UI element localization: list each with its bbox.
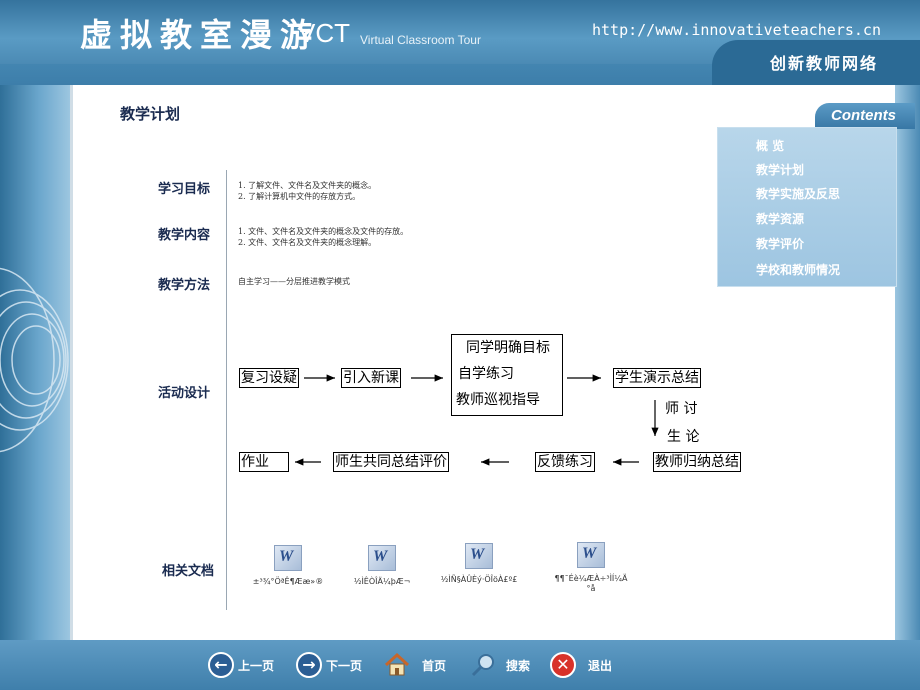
site-title-cn: 虚拟教室漫游 [80,16,321,54]
left-divider [70,85,73,640]
doc-4-label[interactable]: ¶¶¯Éè¼ÆÀ÷³ÌÍ¼Ä °å [546,574,636,594]
left-decoration [0,85,70,640]
menu-item-evaluation[interactable]: 教学评价 [756,235,804,252]
menu-item-resources[interactable]: 教学资源 [756,210,804,227]
step-joint-review: 师生共同总结评价 [333,452,449,472]
self-study-line-2: 自学练习 [458,366,514,382]
page-title: 教学计划 [120,105,181,123]
self-study-line-1: 同学明确目标 [466,340,550,356]
contents-menu: 概 览 教学计划 教学实施及反思 教学资源 教学评价 学校和教师情况 [717,127,897,287]
footer-nav: ← 上一页 → 下一页 首页 搜索 ✕ 退出 [0,640,920,690]
site-url[interactable]: http://www.innovativeteachers.cn [592,21,881,39]
step-student-demo: 学生演示总结 [613,368,701,388]
word-doc-icon[interactable]: W [465,543,493,569]
step-self-study: 同学明确目标 自学练习 教师巡视指导 [451,334,563,416]
right-decoration [895,85,920,640]
step-review: 复习设疑 [239,368,299,388]
menu-item-overview[interactable]: 概 览 [756,137,784,154]
doc-1[interactable]: W ±³¾°ÖªÊ¶Ææ»® [243,545,333,587]
org-name: 创新教师网络 [770,54,879,73]
content-line-1: 1. 文件、文件名及文件夹的概念及文件的存放。 [238,227,409,236]
arrow-right-icon[interactable]: → [296,652,322,678]
word-doc-icon[interactable]: W [274,545,302,571]
next-page-label[interactable]: 下一页 [326,657,362,674]
doc-4[interactable]: W ¶¶¯Éè¼ÆÀ÷³ÌÍ¼Ä °å [546,542,636,594]
home-label[interactable]: 首页 [422,657,446,674]
discuss-line-1: 师 讨 [665,401,698,417]
label-method: 教学方法 [158,278,211,293]
menu-item-school-teacher[interactable]: 学校和教师情况 [756,261,840,278]
contents-tab-label: Contents [831,107,896,124]
discuss-line-2: 生 论 [667,429,700,445]
label-docs: 相关文档 [162,564,215,579]
doc-2[interactable]: W ½ÌÊÒÎÄ¼þÆ¬ [337,545,427,587]
close-icon[interactable]: ✕ [550,652,576,678]
doc-3-label[interactable]: ½ÌÑ§ÀÛÈý·ÖÎöÀ£º£ [434,575,524,585]
doc-4-label-line-1[interactable]: ¶¶¯Éè¼ÆÀ÷³ÌÍ¼Ä [546,574,636,584]
step-feedback: 反馈练习 [535,452,595,472]
content-text: 1. 文件、文件名及文件夹的概念及文件的存放。 2. 文件、文件名及文件夹的概念… [238,226,408,248]
exit-label[interactable]: 退出 [588,657,612,674]
swirl-decoration [0,267,69,453]
method-text: 自主学习——分层推进教学模式 [238,277,350,286]
label-goals: 学习目标 [158,182,211,197]
word-doc-icon[interactable]: W [368,545,396,571]
header-banner: 虚拟教室漫游 VCT Virtual Classroom Tour http:/… [0,0,920,85]
step-introduce: 引入新课 [341,368,401,388]
arrow-left-icon[interactable]: ← [208,652,234,678]
doc-3[interactable]: W ½ÌÑ§ÀÛÈý·ÖÎöÀ£º£ [434,543,524,585]
contents-tab: Contents [815,103,915,129]
site-title-en: Virtual Classroom Tour [360,33,481,47]
step-homework: 作业 [239,452,289,472]
site-title-vct: VCT [298,18,350,48]
doc-2-label[interactable]: ½ÌÊÒÎÄ¼þÆ¬ [337,577,427,587]
activity-flow-diagram: 复习设疑 引入新课 同学明确目标 自学练习 教师巡视指导 学生演示总结 师 讨 … [237,332,753,482]
section-divider [226,170,227,610]
step-teacher-summary: 教师归纳总结 [653,452,741,472]
goals-line-2: 2. 了解计算机中文件的存放方式。 [238,192,361,201]
content-line-2: 2. 文件、文件名及文件夹的概念理解。 [238,238,377,247]
self-study-line-3: 教师巡视指导 [456,392,540,408]
search-label[interactable]: 搜索 [506,657,530,674]
label-activity: 活动设计 [158,386,211,401]
label-content: 教学内容 [158,228,211,243]
search-icon[interactable] [470,652,496,678]
home-icon[interactable] [384,652,410,678]
goals-text: 1. 了解文件、文件名及文件夹的概念。 2. 了解计算机中文件的存放方式。 [238,180,376,202]
goals-line-1: 1. 了解文件、文件名及文件夹的概念。 [238,181,377,190]
doc-4-label-line-2[interactable]: °å [546,584,636,594]
menu-item-teaching-plan[interactable]: 教学计划 [756,161,804,178]
doc-1-label[interactable]: ±³¾°ÖªÊ¶Ææ»® [243,577,333,587]
menu-item-implementation[interactable]: 教学实施及反思 [756,185,840,202]
word-doc-icon[interactable]: W [577,542,605,568]
prev-page-label[interactable]: 上一页 [238,657,274,674]
